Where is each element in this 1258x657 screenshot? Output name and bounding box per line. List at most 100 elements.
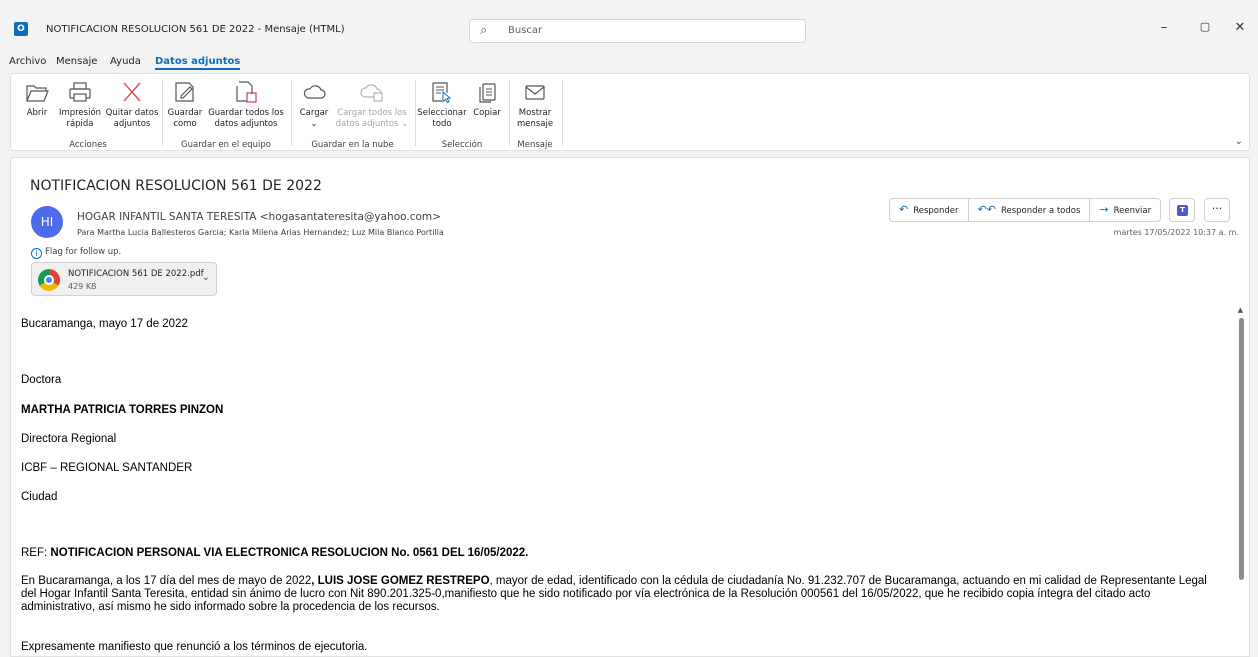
abrir-button[interactable]: Abrir xyxy=(17,80,57,119)
body-line: Bucaramanga, mayo 17 de 2022 xyxy=(21,318,188,330)
forward-icon: → xyxy=(1099,203,1109,216)
search-icon: ⌕ xyxy=(480,23,488,38)
seleccionar-label-1: Seleccionar xyxy=(417,108,467,118)
cargar-todos-label-2: datos adjuntos ⌄ xyxy=(335,119,409,129)
select-all-icon xyxy=(432,82,452,104)
window-title: NOTIFICACION RESOLUCION 561 DE 2022 - Me… xyxy=(46,24,345,35)
cargar-todos-button[interactable]: Cargar todos los datos adjuntos ⌄ xyxy=(333,80,411,130)
reply-all-button[interactable]: ↶↶ Responder a todos xyxy=(969,199,1091,221)
avatar[interactable]: HI xyxy=(31,206,63,238)
outlook-icon: O xyxy=(14,22,28,36)
sender[interactable]: HOGAR INFANTIL SANTA TERESITA <hogasanta… xyxy=(77,211,441,223)
tab-datos-adjuntos[interactable]: Datos adjuntos xyxy=(155,56,241,70)
impresion-label-2: rápida xyxy=(66,119,94,129)
cargar-label-2: ⌄ xyxy=(310,119,318,129)
scrollbar-thumb[interactable] xyxy=(1239,318,1244,580)
group-divider xyxy=(291,80,292,146)
guardar-label-2: como xyxy=(173,119,197,129)
body-line: Ciudad xyxy=(21,491,58,503)
body-line: ICBF – REGIONAL SANTANDER xyxy=(21,462,193,474)
info-icon: i xyxy=(31,248,42,259)
forward-button[interactable]: → Reenviar xyxy=(1090,199,1160,221)
guardar-label-1: Guardar xyxy=(167,108,203,118)
mostrar-mensaje-button[interactable]: Mostrar mensaje xyxy=(511,80,559,130)
remove-x-icon xyxy=(123,82,141,102)
impresion-rapida-button[interactable]: Impresión rápida xyxy=(55,80,105,130)
quitar-datos-adjuntos-button[interactable]: Quitar datos adjuntos xyxy=(105,80,159,130)
reading-pane: NOTIFICACION RESOLUCION 561 DE 2022 HI H… xyxy=(10,157,1250,657)
message-subject: NOTIFICACION RESOLUCION 561 DE 2022 xyxy=(30,178,322,194)
abrir-label: Abrir xyxy=(26,108,48,118)
flag-text: Flag for follow up. xyxy=(45,247,122,257)
chevron-down-icon[interactable]: ⌄ xyxy=(1235,136,1243,147)
quitar-label-1: Quitar datos xyxy=(105,108,159,118)
teams-button[interactable]: T xyxy=(1169,198,1195,222)
cargar-todos-label-1: Cargar todos los xyxy=(337,108,407,118)
folder-open-icon xyxy=(26,85,49,102)
guardar-todos-label-2: datos adjuntos xyxy=(214,119,278,129)
guardar-todos-button[interactable]: Guardar todos los datos adjuntos xyxy=(205,80,287,130)
para-b: , LUIS JOSE GOMEZ RESTREPO xyxy=(311,575,490,587)
menu-bar: Archivo Mensaje Ayuda Datos adjuntos xyxy=(0,54,1258,72)
group-divider xyxy=(415,80,416,146)
copiar-label: Copiar xyxy=(473,108,501,118)
envelope-icon xyxy=(525,85,545,100)
ref-line: REF: NOTIFICACION PERSONAL VIA ELECTRONI… xyxy=(21,547,528,559)
cloud-save-icon xyxy=(360,84,383,102)
attachment-card[interactable]: NOTIFICACION 561 DE 2022.pdf 429 KB ⌄ xyxy=(31,262,217,296)
printer-icon xyxy=(69,82,91,102)
reply-button[interactable]: ↶ Responder xyxy=(890,199,969,221)
group-label-seleccion: Selección xyxy=(441,140,483,150)
mostrar-label-1: Mostrar xyxy=(518,108,552,118)
group-divider xyxy=(562,80,563,146)
cloud-icon xyxy=(303,85,326,99)
body-line: Directora Regional xyxy=(21,433,117,445)
copy-icon xyxy=(479,83,496,103)
ref-text: NOTIFICACION PERSONAL VIA ELECTRONICA RE… xyxy=(50,547,529,559)
group-divider xyxy=(162,80,163,146)
save-all-icon xyxy=(236,81,257,103)
chrome-icon xyxy=(38,269,60,291)
search-input[interactable]: ⌕ Buscar xyxy=(469,19,806,43)
recipients: Para Martha Lucia Ballesteros Garcia; Ka… xyxy=(77,228,444,237)
attachment-name: NOTIFICACION 561 DE 2022.pdf xyxy=(68,269,204,279)
copiar-button[interactable]: Copiar xyxy=(467,80,507,119)
title-bar: O NOTIFICACION RESOLUCION 561 DE 2022 - … xyxy=(0,0,1258,54)
tab-mensaje[interactable]: Mensaje xyxy=(56,56,97,67)
ref-label: REF: xyxy=(21,547,51,559)
reply-icon: ↶ xyxy=(899,203,909,216)
impresion-label-1: Impresión xyxy=(58,108,102,118)
cargar-label-1: Cargar xyxy=(299,108,329,118)
body-paragraph: En Bucaramanga, a los 17 día del mes de … xyxy=(21,575,1221,614)
cargar-button[interactable]: Cargar ⌄ xyxy=(294,80,334,130)
minimize-button[interactable]: – xyxy=(1152,20,1176,35)
para-a: En Bucaramanga, a los 17 día del mes de … xyxy=(21,575,312,587)
tab-archivo[interactable]: Archivo xyxy=(9,56,46,67)
guardar-como-button[interactable]: Guardar como xyxy=(165,80,205,130)
group-divider xyxy=(509,80,510,146)
restore-button[interactable]: ▢ xyxy=(1193,20,1217,33)
scroll-up-arrow[interactable]: ▲ xyxy=(1238,306,1243,314)
reply-label: Responder xyxy=(913,206,959,216)
group-label-acciones: Acciones xyxy=(69,140,107,150)
body-line: Expresamente manifiesto que renunció a l… xyxy=(21,641,368,653)
guardar-todos-label-1: Guardar todos los xyxy=(208,108,284,118)
ribbon: Abrir Impresión rápida Quitar datos adju… xyxy=(10,73,1250,151)
seleccionar-todo-button[interactable]: Seleccionar todo xyxy=(417,80,467,130)
tab-ayuda[interactable]: Ayuda xyxy=(110,56,141,67)
message-date: martes 17/05/2022 10:37 a. m. xyxy=(1113,228,1239,237)
body-line: MARTHA PATRICIA TORRES PINZON xyxy=(21,404,224,416)
reply-all-icon: ↶↶ xyxy=(977,203,996,216)
close-button[interactable]: ✕ xyxy=(1228,20,1252,35)
reply-actions: ↶ Responder ↶↶ Responder a todos → Reenviar xyxy=(889,198,1162,222)
seleccionar-label-2: todo xyxy=(432,119,452,129)
more-options-button[interactable]: ··· xyxy=(1204,198,1230,222)
forward-label: Reenviar xyxy=(1113,206,1152,216)
group-label-guardar-nube: Guardar en la nube xyxy=(311,140,394,150)
teams-icon: T xyxy=(1177,205,1188,216)
body-line: Doctora xyxy=(21,374,62,386)
flag-info: i Flag for follow up. xyxy=(31,247,121,259)
chevron-down-icon[interactable]: ⌄ xyxy=(202,272,210,283)
mostrar-label-2: mensaje xyxy=(516,119,554,129)
group-label-guardar-equipo: Guardar en el equipo xyxy=(181,140,271,150)
